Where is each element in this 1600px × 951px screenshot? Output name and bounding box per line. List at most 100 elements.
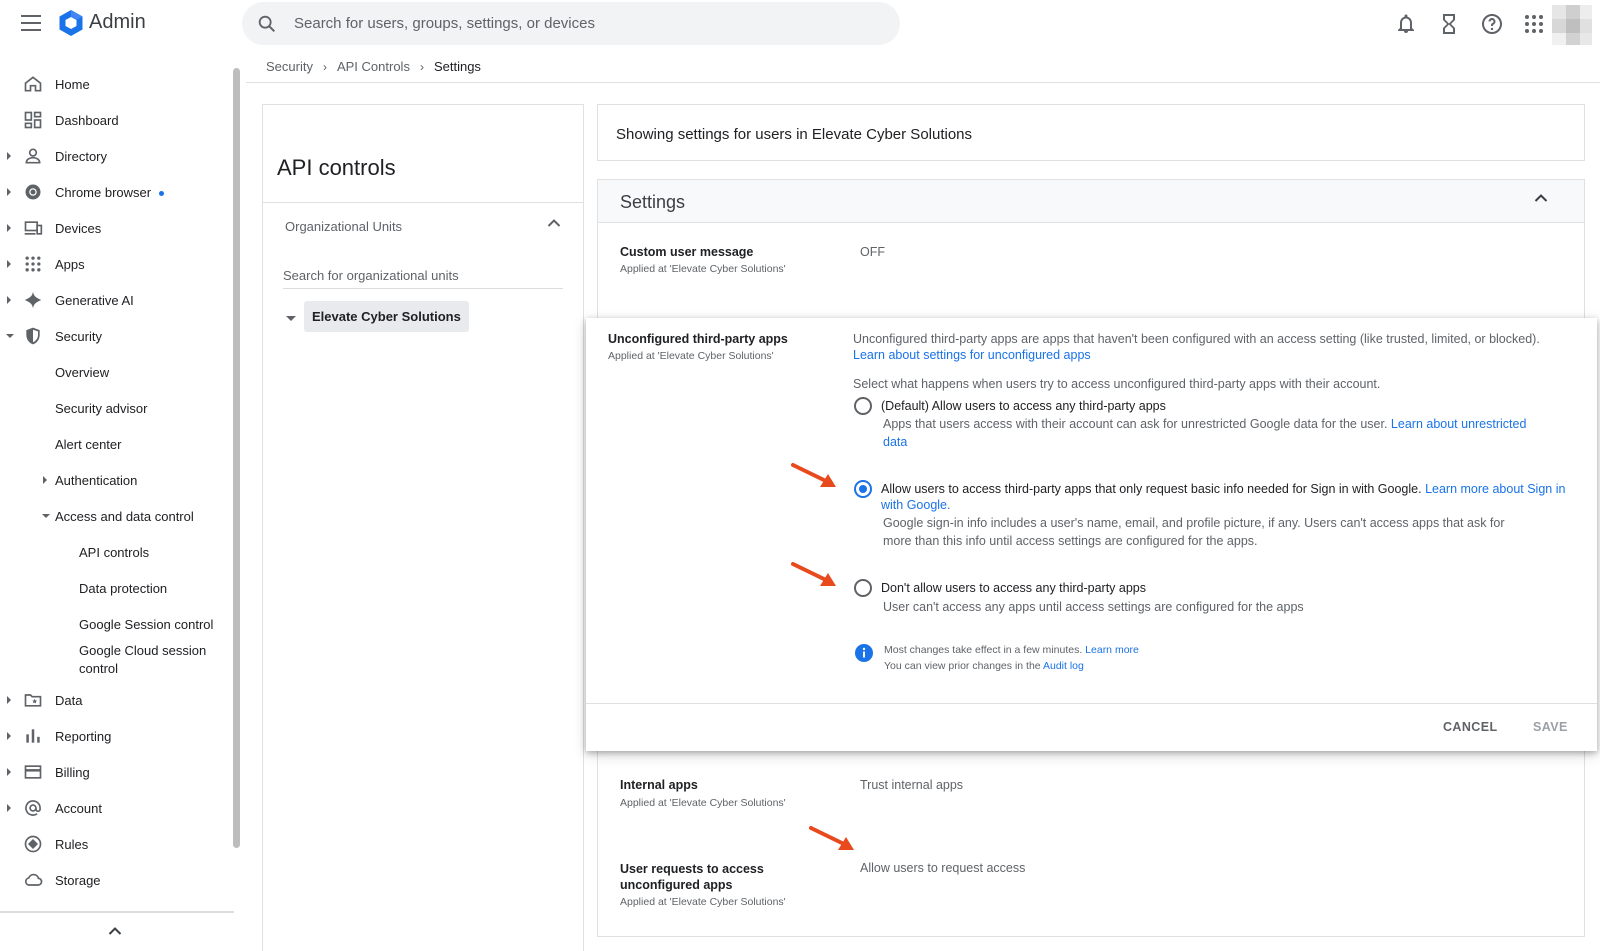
account-avatar[interactable] xyxy=(1552,5,1592,45)
sidebar-item-billing[interactable]: Billing xyxy=(0,754,230,790)
expand-caret-icon[interactable] xyxy=(7,260,11,268)
radio-allow-any[interactable] xyxy=(854,397,872,415)
sidebar-item-google-session-control[interactable]: Google Session control xyxy=(0,606,230,642)
scope-banner: Showing settings for users in Elevate Cy… xyxy=(597,104,1585,161)
collapse-caret-icon[interactable] xyxy=(6,334,14,338)
radio-basic-info[interactable] xyxy=(854,480,872,498)
user-requests-applied: Applied at 'Elevate Cyber Solutions' xyxy=(620,896,786,908)
custom-message-value[interactable]: OFF xyxy=(860,245,885,259)
expand-caret-icon[interactable] xyxy=(7,732,11,740)
search-icon xyxy=(258,15,276,33)
annotation-arrow-icon xyxy=(809,826,854,850)
option-title-text: Allow users to access third-party apps t… xyxy=(881,482,1422,496)
save-button[interactable]: SAVE xyxy=(1533,720,1568,734)
sidebar-item-security[interactable]: Security xyxy=(0,318,230,354)
hourglass-icon[interactable] xyxy=(1437,12,1461,36)
chevron-up-icon[interactable] xyxy=(547,218,561,228)
expand-caret-icon[interactable] xyxy=(7,696,11,704)
sidebar-item-chrome-browser[interactable]: Chrome browser xyxy=(0,174,230,210)
chevron-up-icon[interactable] xyxy=(1534,193,1548,203)
option-basic-info-title[interactable]: Allow users to access third-party apps t… xyxy=(881,481,1571,513)
chrome-icon xyxy=(25,184,41,200)
radio-dont-allow[interactable] xyxy=(854,579,872,597)
app-brand[interactable]: Admin xyxy=(89,11,146,34)
sidebar-item-reporting[interactable]: Reporting xyxy=(0,718,230,754)
cancel-button[interactable]: CANCEL xyxy=(1443,720,1497,734)
sidebar-item-directory[interactable]: Directory xyxy=(0,138,230,174)
settings-header[interactable]: Settings xyxy=(598,180,1584,223)
org-units-header[interactable]: Organizational Units xyxy=(285,219,402,234)
internal-apps-value[interactable]: Trust internal apps xyxy=(860,778,963,792)
sidebar-item-dashboard[interactable]: Dashboard xyxy=(0,102,230,138)
tree-caret-down-icon[interactable] xyxy=(286,316,296,321)
audit-log-link[interactable]: Audit log xyxy=(1043,660,1084,672)
folder-star-icon xyxy=(24,694,42,707)
search-input[interactable]: Search for users, groups, settings, or d… xyxy=(294,15,595,32)
expand-caret-icon[interactable] xyxy=(43,476,47,484)
learn-more-link[interactable]: Learn more xyxy=(1085,644,1139,656)
sidebar-item-security-advisor[interactable]: Security advisor xyxy=(0,390,230,426)
info-icon xyxy=(855,644,873,662)
sidebar-item-devices[interactable]: Devices xyxy=(0,210,230,246)
apps-launcher-icon[interactable] xyxy=(1522,12,1546,36)
expand-caret-icon[interactable] xyxy=(7,804,11,812)
help-icon[interactable] xyxy=(1480,12,1504,36)
annotation-arrow-icon xyxy=(791,463,836,487)
search-underline xyxy=(283,288,563,289)
expand-caret-icon[interactable] xyxy=(7,768,11,776)
expand-caret-icon[interactable] xyxy=(7,188,11,196)
option-basic-info-desc: Google sign-in info includes a user's na… xyxy=(883,516,1505,548)
sidebar-item-authentication[interactable]: Authentication xyxy=(0,462,230,498)
sidebar-item-generative-ai[interactable]: Generative AI xyxy=(0,282,230,318)
person-icon xyxy=(25,148,41,164)
sidebar-item-storage[interactable]: Storage xyxy=(0,862,230,898)
apps-grid-icon xyxy=(25,256,41,272)
user-requests-value[interactable]: Allow users to request access xyxy=(860,861,1025,875)
sidebar-item-home[interactable]: Home xyxy=(0,66,230,102)
info-line-2: You can view prior changes in the xyxy=(884,660,1041,672)
credit-card-icon xyxy=(24,765,42,779)
sidebar-scrollbar[interactable] xyxy=(233,68,240,848)
collapse-sidebar-chevron-up-icon[interactable] xyxy=(108,926,122,936)
sidebar-item-label: Rules xyxy=(55,836,89,852)
sidebar-item-alert-center[interactable]: Alert center xyxy=(0,426,230,462)
sidebar-item-label: Alert center xyxy=(55,436,122,452)
collapse-caret-icon[interactable] xyxy=(42,514,50,518)
global-search[interactable]: Search for users, groups, settings, or d… xyxy=(242,2,900,45)
shield-icon xyxy=(26,327,40,345)
org-units-search-input[interactable]: Search for organizational units xyxy=(283,268,459,283)
option-dont-allow-title[interactable]: Don't allow users to access any third-pa… xyxy=(881,580,1571,596)
page-title: API controls xyxy=(277,155,396,180)
sidebar-item-api-controls[interactable]: API controls xyxy=(0,534,230,570)
expand-caret-icon[interactable] xyxy=(7,152,11,160)
learn-unconfigured-link[interactable]: Learn about settings for unconfigured ap… xyxy=(853,348,1091,362)
settings-title: Settings xyxy=(620,192,686,212)
breadcrumb-security[interactable]: Security xyxy=(266,59,313,74)
sidebar-item-rules[interactable]: Rules xyxy=(0,826,230,862)
sidebar-item-label: Storage xyxy=(55,872,101,888)
sidebar-item-data-protection[interactable]: Data protection xyxy=(0,570,230,606)
sidebar-item-data[interactable]: Data xyxy=(0,682,230,718)
breadcrumb-api-controls[interactable]: API Controls xyxy=(337,59,410,74)
devices-icon xyxy=(24,221,43,235)
sidebar-item-label: Data xyxy=(55,692,83,708)
option-allow-any-title[interactable]: (Default) Allow users to access any thir… xyxy=(881,398,1571,414)
sidebar-item-account[interactable]: Account xyxy=(0,790,230,826)
sidebar-item-overview[interactable]: Overview xyxy=(0,354,230,390)
notifications-bell-icon[interactable] xyxy=(1394,12,1418,36)
org-unit-node[interactable]: Elevate Cyber Solutions xyxy=(304,301,469,332)
expand-caret-icon[interactable] xyxy=(7,296,11,304)
main-menu-icon[interactable] xyxy=(20,13,42,33)
sidebar-item-google-cloud-session-control[interactable]: Google Cloud session control xyxy=(0,640,230,680)
home-icon xyxy=(24,76,42,92)
cloud-icon xyxy=(25,873,43,886)
internal-apps-label: Internal apps xyxy=(620,778,698,792)
expand-caret-icon[interactable] xyxy=(7,224,11,232)
sidebar-item-apps[interactable]: Apps xyxy=(0,246,230,282)
sidebar-item-label: Generative AI xyxy=(55,292,134,308)
org-units-panel: API controls Organizational Units Search… xyxy=(262,104,584,951)
question-text: Select what happens when users try to ac… xyxy=(853,377,1381,391)
option-allow-any-desc: Apps that users access with their accoun… xyxy=(883,415,1553,451)
scope-text: Showing settings for users in Elevate Cy… xyxy=(616,126,973,143)
sidebar-item-access-data-control[interactable]: Access and data control xyxy=(0,498,230,534)
